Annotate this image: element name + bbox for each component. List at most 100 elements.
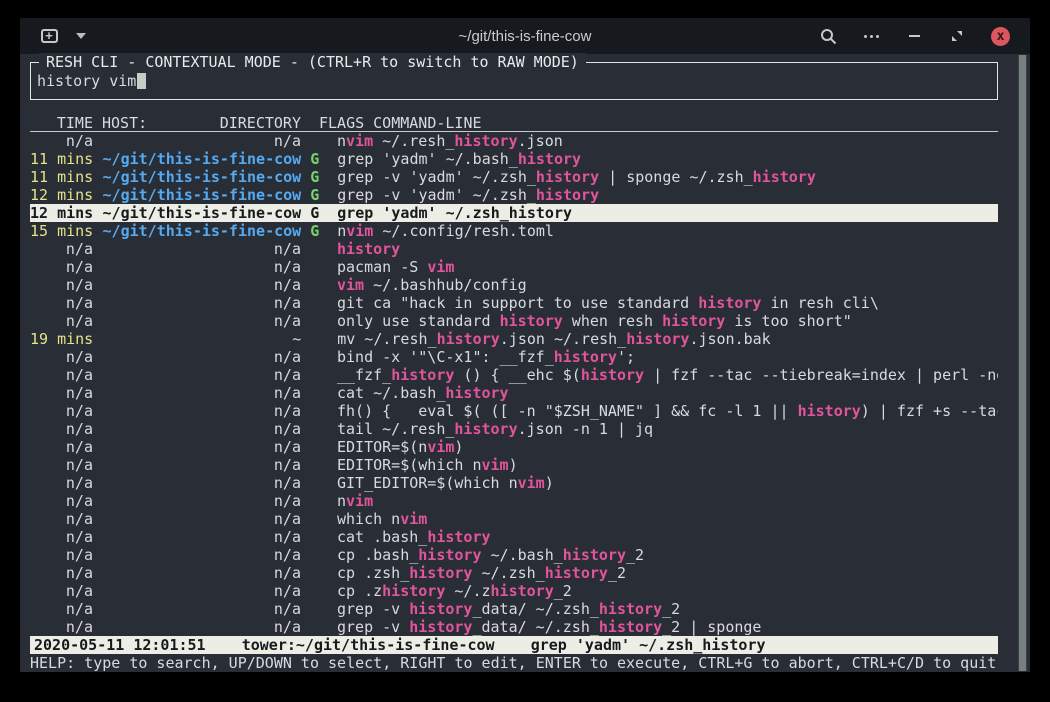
history-row[interactable]: n/an/abind -x '"\C-x1": __fzf_history';	[30, 348, 998, 366]
history-row[interactable]: n/an/avim ~/.bashhub/config	[30, 276, 998, 294]
command-cell: cat .bash_history	[337, 528, 491, 546]
tab-dropdown-button[interactable]	[72, 27, 90, 45]
directory-cell: n/a	[102, 258, 301, 276]
new-tab-icon	[41, 29, 58, 43]
history-row[interactable]: 11 mins~/git/this-is-fine-cowGgrep 'yadm…	[30, 150, 998, 168]
history-row[interactable]: 12 mins~/git/this-is-fine-cowGgrep -v 'y…	[30, 186, 998, 204]
match-highlight: history	[437, 330, 500, 348]
history-row[interactable]: 11 mins~/git/this-is-fine-cowGgrep -v 'y…	[30, 168, 998, 186]
command-cell: vim ~/.bashhub/config	[337, 276, 527, 294]
text-cursor	[137, 73, 146, 89]
match-highlight: history	[454, 132, 517, 150]
history-row[interactable]: n/an/anvim	[30, 492, 998, 510]
time-cell: 19 mins	[30, 330, 93, 348]
command-cell: cp .bash_history ~/.bash_history_2	[337, 546, 644, 564]
header-flags: FLAGS	[319, 114, 364, 131]
match-highlight: vim	[482, 456, 509, 474]
flags-cell	[310, 528, 328, 546]
match-highlight: vim	[400, 510, 427, 528]
directory-cell: n/a	[102, 132, 301, 150]
command-cell: mv ~/.resh_history.json ~/.resh_history.…	[337, 330, 771, 348]
history-row[interactable]: n/an/afh() { eval $( ([ -n "$ZSH_NAME" ]…	[30, 402, 998, 420]
history-row[interactable]: n/an/aEDITOR=$(which nvim)	[30, 456, 998, 474]
history-row[interactable]: n/an/aonly use standard history when res…	[30, 312, 998, 330]
minimize-button[interactable]	[905, 27, 923, 45]
flags-cell	[310, 330, 328, 348]
command-cell: grep 'yadm' ~/.zsh_history	[337, 204, 572, 222]
flags-cell	[310, 258, 328, 276]
flags-cell	[310, 618, 328, 636]
match-highlight: history	[382, 582, 445, 600]
scrollbar[interactable]	[1018, 54, 1027, 672]
history-row[interactable]: n/an/ahistory	[30, 240, 998, 258]
match-highlight: history	[491, 582, 554, 600]
history-row-selected[interactable]: 12 mins~/git/this-is-fine-cowGgrep 'yadm…	[30, 204, 998, 222]
scrollbar-thumb[interactable]	[1018, 55, 1027, 671]
restore-button[interactable]	[948, 27, 966, 45]
history-row[interactable]: n/a n/a __fzf_history () { __ehc $(history…	[30, 366, 998, 384]
history-row[interactable]: n/an/agrep -v history_data/ ~/.zsh_histo…	[30, 618, 998, 636]
match-highlight: vim	[518, 474, 545, 492]
header-host: HOST:	[102, 114, 147, 131]
menu-button[interactable]	[862, 27, 880, 45]
flags-cell: G	[310, 186, 328, 204]
status-location: tower:~/git/this-is-fine-cow	[242, 636, 495, 654]
status-command: grep 'yadm' ~/.zsh_history	[531, 636, 766, 654]
history-row[interactable]: n/an/agrep -v history_data/ ~/.zsh_histo…	[30, 600, 998, 618]
history-row[interactable]: n/an/atail ~/.resh_history.json -n 1 | j…	[30, 420, 998, 438]
history-row[interactable]: n/an/awhich nvim	[30, 510, 998, 528]
command-cell: grep 'yadm' ~/.bash_history	[337, 150, 581, 168]
history-row[interactable]: 19 mins~mv ~/.resh_history.json ~/.resh_…	[30, 330, 998, 348]
search-button[interactable]	[819, 27, 837, 45]
time-cell: n/a	[30, 456, 93, 474]
time-cell: n/a	[30, 582, 93, 600]
directory-cell: n/a	[102, 582, 301, 600]
chevron-down-icon	[76, 33, 86, 39]
search-query-text: history vim	[37, 72, 136, 90]
command-cell: __fzf_history () { __ehc $(history | fzf…	[337, 366, 998, 384]
match-highlight: history	[409, 600, 472, 618]
history-row[interactable]: n/an/aEDITOR=$(nvim)	[30, 438, 998, 456]
match-highlight: history	[536, 186, 599, 204]
close-button[interactable]: x	[991, 27, 1010, 46]
status-datetime: 2020-05-11 12:01:51	[34, 636, 206, 654]
flags-cell	[310, 600, 328, 618]
flags-cell	[310, 510, 328, 528]
history-row[interactable]: n/an/acat ~/.bash_history	[30, 384, 998, 402]
flags-cell: G	[310, 168, 328, 186]
history-row[interactable]: n/an/anvim ~/.resh_history.json	[30, 132, 998, 150]
directory-cell: n/a	[102, 528, 301, 546]
match-highlight: history	[418, 546, 481, 564]
directory-cell: n/a	[102, 366, 301, 384]
command-cell: only use standard history when resh hist…	[337, 312, 852, 330]
history-row[interactable]: n/an/apacman -S vim	[30, 258, 998, 276]
history-row[interactable]: n/an/acat .bash_history	[30, 528, 998, 546]
history-row[interactable]: 15 mins~/git/this-is-fine-cowGnvim ~/.co…	[30, 222, 998, 240]
command-cell: which nvim	[337, 510, 427, 528]
history-row[interactable]: n/an/acp .bash_history ~/.bash_history_2	[30, 546, 998, 564]
history-row[interactable]: n/an/acp .zhistory ~/.zhistory_2	[30, 582, 998, 600]
header-time: TIME	[30, 114, 93, 131]
status-bar: 2020-05-11 12:01:51 tower:~/git/this-is-…	[30, 636, 998, 654]
command-cell: grep -v 'yadm' ~/.zsh_history | sponge ~…	[337, 168, 816, 186]
flags-cell	[310, 546, 328, 564]
match-highlight: history	[409, 618, 472, 636]
match-highlight: vim	[346, 132, 373, 150]
time-cell: n/a	[30, 366, 93, 384]
match-highlight: history	[427, 528, 490, 546]
resh-search-panel: RESH CLI - CONTEXTUAL MODE - (CTRL+R to …	[30, 62, 998, 100]
flags-cell: G	[310, 150, 328, 168]
command-cell: GIT_EDITOR=$(which nvim)	[337, 474, 554, 492]
time-cell: n/a	[30, 510, 93, 528]
history-row[interactable]: n/an/aGIT_EDITOR=$(which nvim)	[30, 474, 998, 492]
history-row[interactable]: n/an/acp .zsh_history ~/.zsh_history_2	[30, 564, 998, 582]
match-highlight: vim	[346, 222, 373, 240]
time-cell: n/a	[30, 546, 93, 564]
directory-cell: n/a	[102, 618, 301, 636]
directory-cell: n/a	[102, 456, 301, 474]
history-row[interactable]: n/an/agit ca "hack in support to use sta…	[30, 294, 998, 312]
command-cell: bind -x '"\C-x1": __fzf_history';	[337, 348, 635, 366]
new-tab-button[interactable]	[40, 27, 58, 45]
command-cell: tail ~/.resh_history.json -n 1 | jq	[337, 420, 653, 438]
match-highlight: history	[337, 240, 400, 258]
